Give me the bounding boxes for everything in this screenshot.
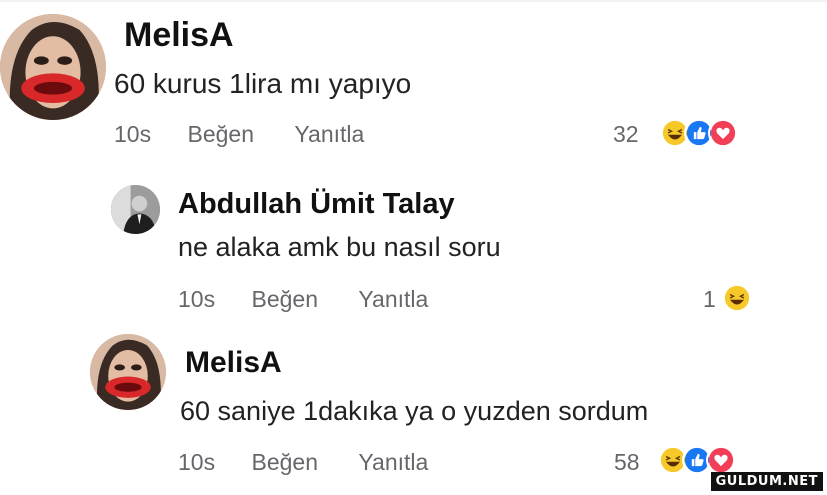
love-icon bbox=[706, 445, 736, 475]
reaction-count[interactable]: 1 bbox=[703, 286, 716, 313]
comment-timestamp[interactable]: 10s bbox=[114, 121, 151, 147]
haha-icon bbox=[722, 283, 752, 313]
comment-author[interactable]: MelisA bbox=[124, 16, 234, 55]
comment-text: 60 saniye 1dakıka ya o yuzden sordum bbox=[180, 396, 649, 426]
reaction-count[interactable]: 32 bbox=[613, 121, 639, 148]
like-button[interactable]: Beğen bbox=[187, 121, 254, 147]
reaction-icons[interactable] bbox=[660, 118, 738, 148]
comment-text: 60 kurus 1lira mı yapıyo bbox=[114, 68, 412, 99]
comment-author[interactable]: MelisA bbox=[185, 346, 282, 380]
like-button[interactable]: Beğen bbox=[251, 286, 318, 312]
comment-text: ne alaka amk bu nasıl soru bbox=[178, 232, 501, 262]
reply-button[interactable]: Yanıtla bbox=[358, 449, 428, 475]
avatar[interactable] bbox=[0, 14, 106, 120]
reply-button[interactable]: Yanıtla bbox=[358, 286, 428, 312]
site-watermark: GULDUM.NET bbox=[710, 472, 823, 491]
user-photo-icon bbox=[111, 185, 160, 234]
reaction-icons[interactable] bbox=[658, 445, 736, 475]
user-photo-icon bbox=[0, 14, 106, 120]
comment-timestamp[interactable]: 10s bbox=[178, 286, 215, 312]
top-divider bbox=[0, 0, 827, 2]
avatar[interactable] bbox=[111, 185, 160, 234]
reaction-count[interactable]: 58 bbox=[614, 449, 640, 476]
reaction-icons[interactable] bbox=[722, 283, 752, 313]
love-icon bbox=[708, 118, 738, 148]
user-photo-icon bbox=[90, 334, 166, 410]
like-button[interactable]: Beğen bbox=[251, 449, 318, 475]
reply-button[interactable]: Yanıtla bbox=[294, 121, 364, 147]
comment-timestamp[interactable]: 10s bbox=[178, 449, 215, 475]
comment-author[interactable]: Abdullah Ümit Talay bbox=[178, 188, 455, 221]
avatar[interactable] bbox=[90, 334, 166, 410]
